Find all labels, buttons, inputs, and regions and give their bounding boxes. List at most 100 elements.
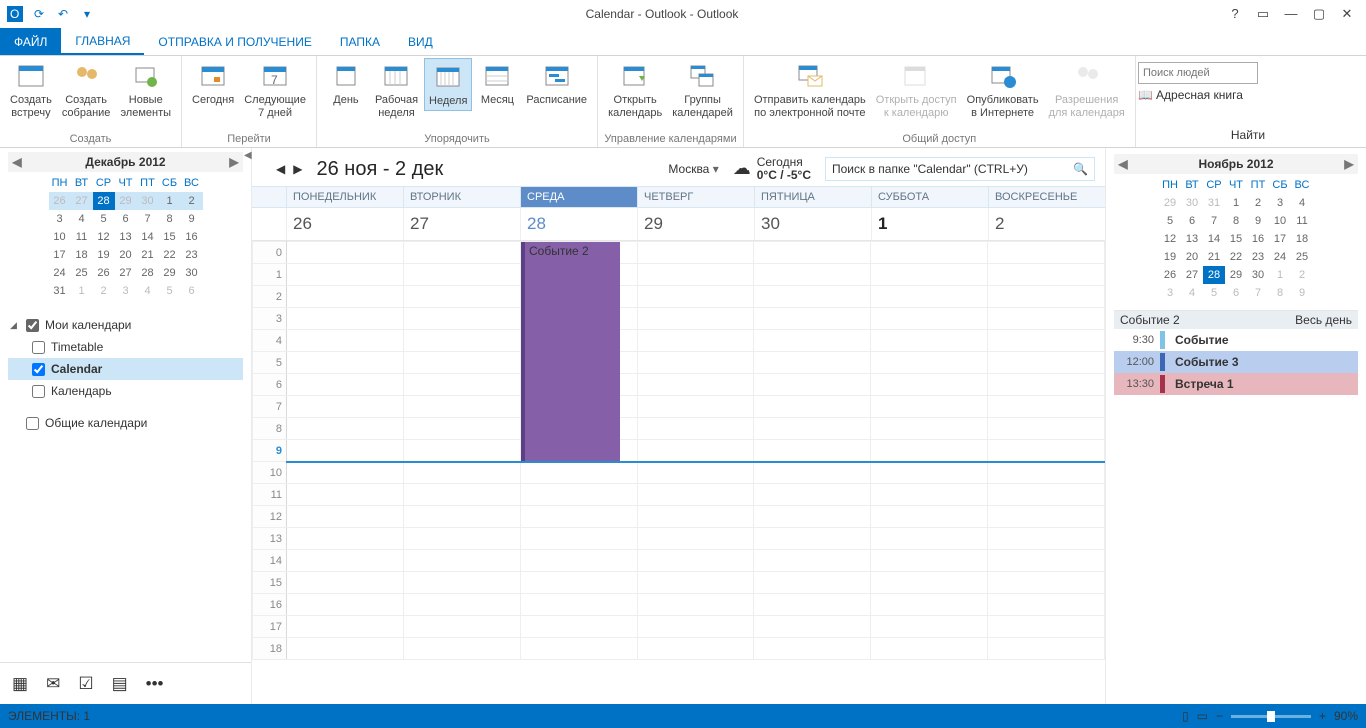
- time-slot[interactable]: [637, 506, 754, 528]
- calendar-day[interactable]: 26: [49, 192, 71, 210]
- calendar-day[interactable]: 30: [137, 192, 159, 210]
- time-slot[interactable]: [871, 638, 988, 660]
- time-grid[interactable]: 0123456789101112131415161718 Событие 2: [252, 241, 1105, 704]
- time-slot[interactable]: [871, 462, 988, 484]
- time-slot[interactable]: [871, 396, 988, 418]
- time-slot[interactable]: [754, 418, 871, 440]
- calendar-day[interactable]: 6: [181, 282, 203, 300]
- day-header[interactable]: ПЯТНИЦА: [754, 187, 871, 207]
- calendar-day[interactable]: 17: [1269, 230, 1291, 248]
- calendar-day[interactable]: 4: [137, 282, 159, 300]
- new-items-button[interactable]: Новыеэлементы: [116, 58, 175, 121]
- time-slot[interactable]: [403, 506, 520, 528]
- calendar-day[interactable]: 24: [1269, 248, 1291, 266]
- calendar-day[interactable]: 3: [49, 210, 71, 228]
- time-slot[interactable]: [637, 308, 754, 330]
- calendar-day[interactable]: 29: [159, 264, 181, 282]
- calendar-day[interactable]: 27: [115, 264, 137, 282]
- day-header[interactable]: ВОСКРЕСЕНЬЕ: [988, 187, 1105, 207]
- date-header[interactable]: 29: [637, 208, 754, 240]
- tab-view[interactable]: ВИД: [394, 28, 447, 55]
- collapse-left-icon[interactable]: ◀: [244, 150, 252, 161]
- time-slot[interactable]: [403, 462, 520, 484]
- time-slot[interactable]: [988, 396, 1105, 418]
- calendar-day[interactable]: 28: [137, 264, 159, 282]
- time-slot[interactable]: [754, 330, 871, 352]
- calendar-day[interactable]: 6: [1181, 212, 1203, 230]
- calendar-tree-item[interactable]: Календарь: [8, 380, 243, 402]
- calendar-day[interactable]: 13: [1181, 230, 1203, 248]
- time-slot[interactable]: [754, 462, 871, 484]
- day-header[interactable]: ПОНЕДЕЛЬНИК: [286, 187, 403, 207]
- calendar-day[interactable]: 7: [1247, 284, 1269, 302]
- time-slot[interactable]: [754, 638, 871, 660]
- calendar-tree-item[interactable]: Timetable: [8, 336, 243, 358]
- address-book-button[interactable]: 📖 Адресная книга: [1138, 88, 1358, 102]
- calendar-day[interactable]: 29: [1225, 266, 1247, 284]
- calendar-day[interactable]: 1: [1225, 194, 1247, 212]
- time-slot[interactable]: [637, 528, 754, 550]
- time-slot[interactable]: [637, 352, 754, 374]
- time-slot[interactable]: [754, 286, 871, 308]
- month-view-button[interactable]: Месяц: [474, 58, 520, 109]
- time-slot[interactable]: [287, 264, 404, 286]
- calendar-day[interactable]: 28: [1203, 266, 1225, 284]
- time-slot[interactable]: [754, 396, 871, 418]
- time-slot[interactable]: [871, 286, 988, 308]
- time-slot[interactable]: [287, 550, 404, 572]
- ribbon-options-icon[interactable]: ▭: [1254, 6, 1272, 22]
- more-nav-icon[interactable]: •••: [146, 674, 164, 694]
- time-slot[interactable]: [637, 418, 754, 440]
- view-reading-icon[interactable]: ▭: [1197, 709, 1208, 723]
- calendar-day[interactable]: 28: [93, 192, 115, 210]
- calendar-day[interactable]: 7: [1203, 212, 1225, 230]
- time-slot[interactable]: [637, 594, 754, 616]
- calendar-day[interactable]: 3: [1159, 284, 1181, 302]
- calendar-day[interactable]: 3: [115, 282, 137, 300]
- my-calendars-checkbox[interactable]: [26, 319, 39, 332]
- next-month-icon[interactable]: ▶: [1342, 157, 1356, 171]
- time-slot[interactable]: [754, 616, 871, 638]
- calendar-day[interactable]: 23: [1247, 248, 1269, 266]
- search-people-input[interactable]: [1138, 62, 1258, 84]
- calendar-day[interactable]: 29: [1159, 194, 1181, 212]
- calendar-day[interactable]: 22: [159, 246, 181, 264]
- maximize-icon[interactable]: ▢: [1310, 6, 1328, 22]
- time-slot[interactable]: [287, 418, 404, 440]
- calendar-day[interactable]: 23: [181, 246, 203, 264]
- time-slot[interactable]: [520, 528, 637, 550]
- time-slot[interactable]: [287, 396, 404, 418]
- calendar-day[interactable]: 3: [1269, 194, 1291, 212]
- share-calendar-button[interactable]: Открыть доступк календарю: [872, 58, 961, 121]
- calendar-day[interactable]: 6: [1225, 284, 1247, 302]
- time-slot[interactable]: [871, 418, 988, 440]
- time-slot[interactable]: [403, 352, 520, 374]
- date-header[interactable]: 26: [286, 208, 403, 240]
- tab-folder[interactable]: ПАПКА: [326, 28, 394, 55]
- time-slot[interactable]: [871, 616, 988, 638]
- time-slot[interactable]: [871, 352, 988, 374]
- time-slot[interactable]: [871, 572, 988, 594]
- shared-calendars-node[interactable]: Общие календари: [8, 412, 243, 434]
- calendar-day[interactable]: 20: [1181, 248, 1203, 266]
- time-slot[interactable]: [520, 572, 637, 594]
- undo-icon[interactable]: ↶: [52, 3, 74, 25]
- calendar-day[interactable]: 18: [1291, 230, 1313, 248]
- shared-calendars-checkbox[interactable]: [26, 417, 39, 430]
- time-slot[interactable]: [871, 440, 988, 462]
- time-slot[interactable]: [754, 506, 871, 528]
- time-slot[interactable]: [988, 616, 1105, 638]
- calendar-day[interactable]: 8: [159, 210, 181, 228]
- time-slot[interactable]: [287, 528, 404, 550]
- time-slot[interactable]: [287, 242, 404, 264]
- calendar-day[interactable]: 9: [181, 210, 203, 228]
- time-slot[interactable]: [287, 506, 404, 528]
- calendar-tree-item[interactable]: Calendar: [8, 358, 243, 380]
- calendar-day[interactable]: 15: [159, 228, 181, 246]
- send-receive-icon[interactable]: ⟳: [28, 3, 50, 25]
- schedule-view-button[interactable]: Расписание: [522, 58, 591, 109]
- time-slot[interactable]: [988, 308, 1105, 330]
- calendar-day[interactable]: 5: [1159, 212, 1181, 230]
- time-slot[interactable]: [520, 638, 637, 660]
- email-calendar-button[interactable]: Отправить календарьпо электронной почте: [750, 58, 870, 121]
